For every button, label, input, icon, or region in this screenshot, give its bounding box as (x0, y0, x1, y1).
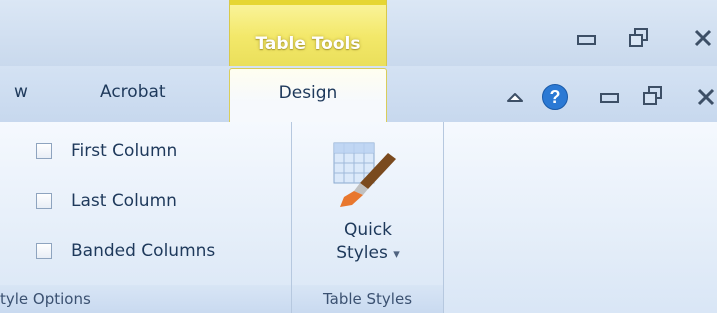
last-column-option[interactable]: Last Column (36, 191, 177, 211)
tab-design-label: Design (278, 83, 338, 103)
doc-restore-button[interactable] (642, 85, 664, 107)
doc-minimize-button[interactable] (599, 91, 621, 105)
app-restore-button[interactable] (628, 27, 650, 49)
quick-styles-label-line2: Styles (336, 243, 388, 263)
quick-styles-button[interactable]: Styles ▾ (292, 242, 444, 266)
svg-text:?: ? (550, 87, 561, 107)
tab-acrobat[interactable]: Acrobat (100, 82, 166, 102)
table-tools-header: Table Tools (229, 0, 387, 66)
last-column-checkbox[interactable] (36, 193, 52, 209)
group-label-table-styles: Table Styles (292, 285, 443, 313)
first-column-checkbox[interactable] (36, 143, 52, 159)
app-minimize-button[interactable] (576, 33, 598, 47)
ribbon-collapse-icon[interactable] (505, 90, 525, 104)
banded-columns-checkbox[interactable] (36, 243, 52, 259)
first-column-label: First Column (71, 141, 178, 161)
last-column-label: Last Column (71, 191, 177, 211)
tab-view-partial[interactable]: w (14, 82, 28, 102)
dropdown-arrow-icon: ▾ (393, 247, 400, 262)
doc-close-button[interactable] (695, 86, 717, 108)
app-close-button[interactable] (692, 27, 717, 49)
tab-design[interactable]: Design (229, 68, 387, 124)
help-icon[interactable]: ? (541, 83, 569, 111)
group-label-style-options: tyle Options (0, 285, 291, 313)
first-column-option[interactable]: First Column (36, 141, 177, 161)
quick-styles-icon[interactable] (330, 137, 404, 211)
contextual-tab-title: Table Tools (255, 34, 361, 54)
banded-columns-option[interactable]: Banded Columns (36, 241, 215, 261)
quick-styles-label-line1[interactable]: Quick (292, 219, 444, 241)
banded-columns-label: Banded Columns (71, 241, 216, 261)
